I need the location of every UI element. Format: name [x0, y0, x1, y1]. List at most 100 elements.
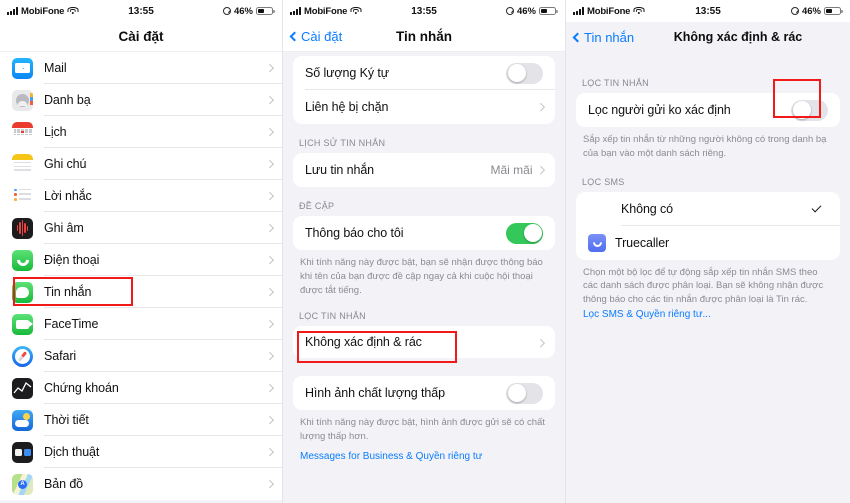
sidebar-item-safari[interactable]: Safari: [0, 340, 282, 372]
card-general: Số lượng Ký tự Liên hệ bị chặn: [293, 56, 555, 124]
chevron-left-icon: [289, 31, 300, 42]
status-bar: MobiFone 13:55 46%: [283, 0, 565, 22]
row-label: Liên hệ bị chặn: [305, 100, 389, 114]
chevron-right-icon: [536, 338, 545, 347]
row-label: Lưu tin nhắn: [305, 163, 375, 177]
chevron-right-icon: [265, 352, 274, 360]
maps-icon: A: [12, 473, 33, 495]
sidebar-item-facetime[interactable]: FaceTime: [0, 308, 282, 340]
phone-screen-settings: MobiFone 13:55 46% Cài đặt Mail Danh bạ …: [0, 0, 283, 503]
page-title: Cài đặt: [118, 29, 164, 44]
sidebar-item-reminders[interactable]: Lời nhắc: [0, 180, 282, 212]
row-keep-messages[interactable]: Lưu tin nhắn Mãi mãi: [293, 153, 555, 187]
chevron-right-icon: [265, 192, 274, 200]
battery-icon: [256, 6, 275, 16]
sidebar-item-mail[interactable]: Mail: [0, 52, 282, 84]
sidebar-item-label: Dịch thuật: [44, 445, 100, 459]
reminders-icon: [12, 185, 33, 207]
row-label: Không xác định & rác: [305, 335, 422, 350]
truecaller-icon: [588, 233, 606, 252]
row-label: Lọc người gửi ko xác định: [588, 103, 731, 117]
page-title: Không xác định & rác: [673, 30, 803, 44]
section-header-mentions: ĐỀ CẬP: [299, 201, 335, 211]
row-option-none[interactable]: Không có: [576, 192, 840, 226]
sidebar-item-messages[interactable]: Tin nhắn: [0, 276, 282, 308]
voice-memos-icon: [12, 217, 33, 239]
messages-settings-scroll-body[interactable]: Số lượng Ký tự Liên hệ bị chặn LỊCH SỬ T…: [283, 52, 565, 503]
character-count-toggle[interactable]: [506, 62, 543, 84]
clock-label: 13:55: [128, 5, 154, 17]
nav-bar-settings: Cài đặt: [0, 22, 282, 52]
sidebar-item-notes[interactable]: Ghi chú: [0, 148, 282, 180]
mail-icon: [12, 57, 33, 79]
sidebar-item-translate[interactable]: Dịch thuật: [0, 436, 282, 468]
back-button-label: Cài đặt: [301, 29, 343, 44]
screenshot-root: MobiFone 13:55 46% Cài đặt Mail Danh bạ …: [0, 0, 850, 503]
battery-icon: [539, 6, 558, 16]
contacts-icon: [12, 89, 33, 111]
row-low-quality-image[interactable]: Hình ảnh chất lượng thấp: [293, 376, 555, 410]
sidebar-item-voice-memos[interactable]: Ghi âm: [0, 212, 282, 244]
row-character-count[interactable]: Số lượng Ký tự: [293, 56, 555, 90]
settings-scroll-body[interactable]: Mail Danh bạ Lịch Ghi chú Lời nhắc Ghi â…: [0, 52, 282, 503]
back-button[interactable]: Cài đặt: [289, 29, 343, 44]
chevron-right-icon: [265, 320, 274, 328]
nav-bar-messages: Cài đặt Tin nhắn: [283, 22, 565, 52]
row-label: Không có: [621, 201, 674, 216]
sidebar-item-label: Bản đồ: [44, 477, 84, 491]
row-option-truecaller[interactable]: Truecaller: [576, 226, 840, 260]
sms-privacy-link[interactable]: Lọc SMS & Quyền riêng tư...: [576, 307, 840, 327]
phone-icon: [12, 249, 33, 271]
row-unknown-and-junk[interactable]: Không xác định & rác: [293, 326, 555, 358]
chevron-right-icon: [265, 96, 274, 104]
sidebar-item-maps[interactable]: A Bản đồ: [0, 468, 282, 500]
card-sms-filters: Không có Truecaller: [576, 191, 840, 260]
chevron-right-icon: [265, 160, 274, 168]
settings-list: Mail Danh bạ Lịch Ghi chú Lời nhắc Ghi â…: [0, 52, 282, 500]
row-label: Số lượng Ký tự: [305, 66, 389, 80]
back-button[interactable]: Tin nhắn: [572, 29, 635, 45]
section-header-history: LỊCH SỬ TIN NHẮN: [299, 138, 386, 148]
row-blocked-contacts[interactable]: Liên hệ bị chặn: [293, 90, 555, 124]
messages-icon: [12, 281, 33, 303]
sidebar-item-label: Lời nhắc: [44, 189, 92, 203]
chevron-right-icon: [265, 64, 274, 72]
sidebar-item-phone[interactable]: Điện thoại: [0, 244, 282, 276]
sidebar-item-label: Mail: [44, 61, 67, 75]
row-label: Hình ảnh chất lượng thấp: [305, 386, 445, 401]
sidebar-item-weather[interactable]: Thời tiết: [0, 404, 282, 436]
sidebar-item-label: FaceTime: [44, 317, 99, 331]
row-label: Thông báo cho tôi: [305, 226, 404, 240]
filter-unknown-senders-toggle[interactable]: [791, 99, 828, 121]
sms-footnote: Chọn một bộ lọc để tự động sắp xếp tin n…: [583, 266, 824, 306]
card-mentions: Thông báo cho tôi: [293, 216, 555, 250]
low-quality-image-toggle[interactable]: [506, 382, 543, 404]
unknown-and-junk-scroll-body[interactable]: LỌC TIN NHẮN Lọc người gửi ko xác định S…: [566, 52, 850, 503]
chevron-right-icon: [265, 448, 274, 456]
back-button-label: Tin nhắn: [584, 29, 635, 45]
chevron-right-icon: [536, 166, 545, 174]
chevron-right-icon: [265, 416, 274, 424]
phone-screen-unknown-and-junk: MobiFone 13:55 46% Tin nhắn Không xác đị…: [566, 0, 850, 503]
status-bar: MobiFone 13:55 46%: [0, 0, 282, 22]
clock-label: 13:55: [695, 5, 721, 17]
sidebar-item-contacts[interactable]: Danh bạ: [0, 84, 282, 116]
row-value: Mãi mãi: [490, 163, 533, 177]
row-notify-me[interactable]: Thông báo cho tôi: [293, 216, 555, 250]
card-filter: Không xác định & rác: [293, 326, 555, 359]
notify-me-toggle[interactable]: [506, 222, 543, 244]
checkmark-icon: [811, 202, 822, 212]
sidebar-item-calendar[interactable]: Lịch: [0, 116, 282, 148]
card-filter-unknown: Lọc người gửi ko xác định: [576, 93, 840, 127]
battery-icon: [824, 6, 843, 16]
mentions-footnote: Khi tính năng này được bật, bạn sẽ nhận …: [300, 257, 543, 296]
calendar-icon: [12, 121, 33, 143]
messages-for-business-link[interactable]: Messages for Business & Quyền riêng tư: [293, 444, 555, 469]
phone-screen-messages-settings: MobiFone 13:55 46% Cài đặt Tin nhắn Số l…: [283, 0, 566, 503]
chevron-left-icon: [572, 32, 583, 42]
sidebar-item-stocks[interactable]: Chứng khoán: [0, 372, 282, 404]
row-filter-unknown-senders[interactable]: Lọc người gửi ko xác định: [576, 93, 840, 127]
sidebar-item-label: Ghi âm: [44, 221, 84, 235]
location-icon: [222, 7, 231, 15]
chevron-right-icon: [265, 224, 274, 232]
